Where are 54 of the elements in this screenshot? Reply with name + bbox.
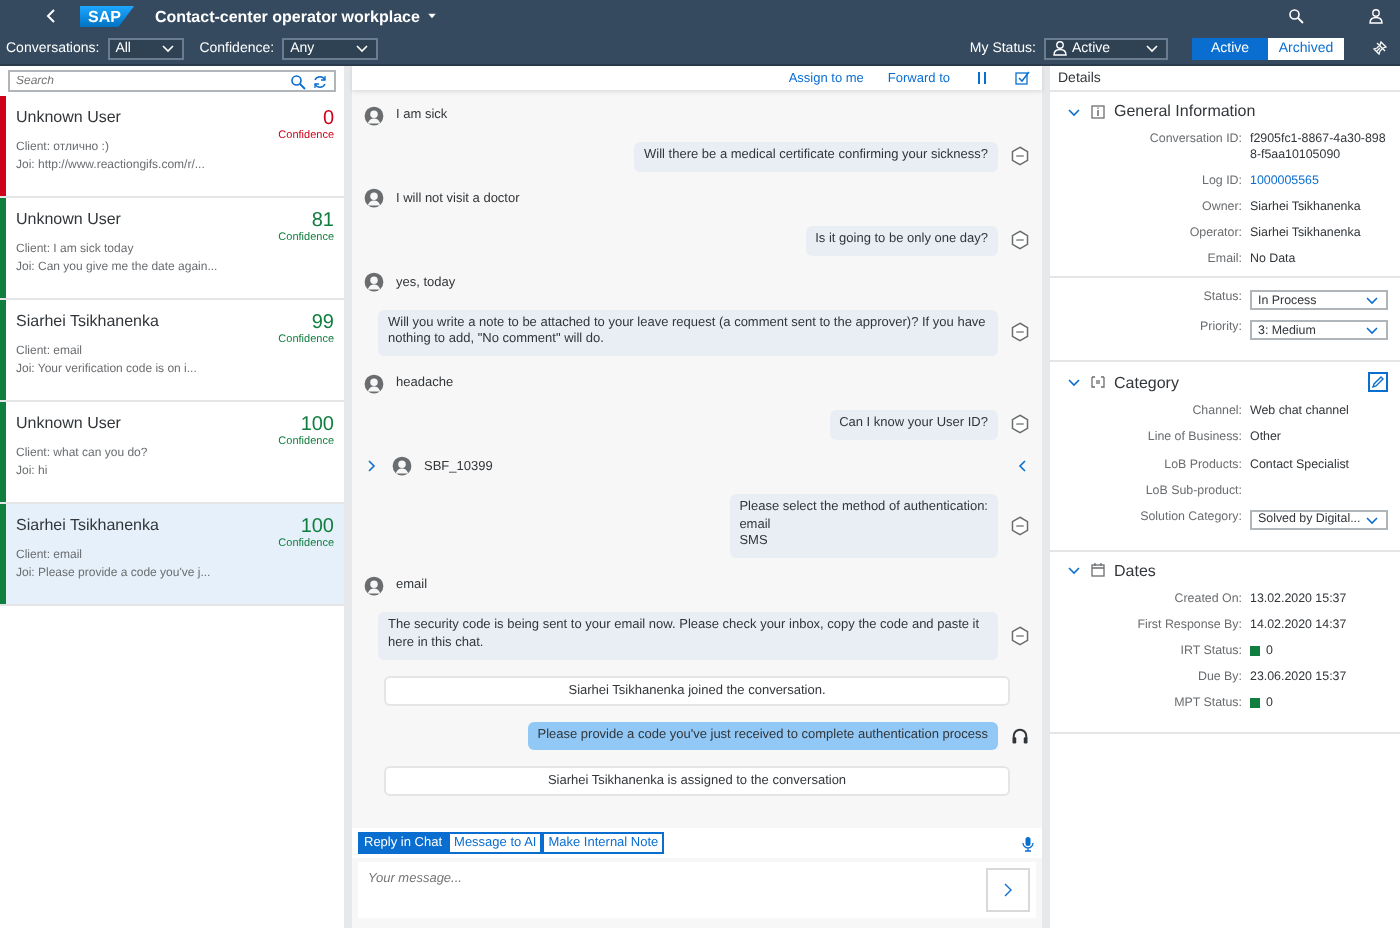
hexagon-bot-icon: [1010, 515, 1030, 536]
user-avatar-icon: [364, 105, 384, 125]
chevron-down-icon: [159, 40, 176, 56]
hexagon-bot-icon: [1010, 414, 1030, 435]
search-icon[interactable]: [1288, 8, 1304, 24]
pause-icon[interactable]: [974, 70, 990, 86]
contact-name: Siarhei Tsikhanenka: [16, 312, 159, 334]
info-icon: [1090, 103, 1106, 119]
contact-name: Unknown User: [16, 210, 121, 232]
chevron-down-icon[interactable]: [1066, 374, 1082, 391]
section-title[interactable]: General Information: [1114, 102, 1392, 120]
hexagon-bot-icon: [1010, 230, 1030, 251]
confidence-score: 99: [311, 312, 334, 334]
user-avatar-icon: [364, 575, 384, 596]
caret-icon: [425, 10, 438, 22]
contact-name: Siarhei Tsikhanenka: [16, 516, 159, 538]
contact-name: Unknown User: [16, 414, 121, 436]
pencil-icon: [1370, 374, 1386, 391]
pin-icon[interactable]: [1372, 40, 1388, 56]
app-title-menu[interactable]: Contact-center operator workplace: [154, 7, 438, 25]
chevron-down-icon[interactable]: [1066, 562, 1082, 579]
hexagon-bot-icon: [1010, 146, 1030, 167]
user-avatar-icon: [364, 373, 384, 394]
chevron-down-icon: [1364, 511, 1380, 528]
logo: SAP: [80, 5, 135, 27]
confidence-score: 100: [300, 414, 334, 436]
back-icon[interactable]: [44, 8, 60, 24]
confidence-score: 100: [300, 516, 334, 538]
search-icon[interactable]: [290, 73, 306, 89]
chevron-right-icon: [1000, 882, 1016, 898]
hexagon-bot-icon: [1010, 625, 1030, 646]
section-title[interactable]: Dates: [1114, 561, 1392, 580]
refresh-icon[interactable]: [312, 73, 328, 89]
calendar-icon: [1090, 562, 1106, 579]
chevron-down-icon: [354, 40, 371, 56]
headset-icon: [1010, 726, 1030, 747]
user-avatar-icon: [392, 456, 412, 477]
brackets-icon: [1090, 374, 1106, 391]
user-avatar-icon: [364, 188, 384, 209]
section-title[interactable]: Category: [1114, 373, 1360, 392]
contact-name: Unknown User: [16, 108, 121, 130]
confidence-score: 0: [322, 108, 334, 130]
confidence-score: 81: [311, 210, 334, 232]
chevron-down-icon[interactable]: [1066, 103, 1082, 119]
user-avatar-icon: [364, 272, 384, 293]
microphone-icon[interactable]: [1020, 835, 1036, 851]
chevron-down-icon: [1144, 40, 1160, 56]
person-icon[interactable]: [1368, 8, 1384, 24]
checkbox-tick-icon[interactable]: [1014, 70, 1030, 86]
person-icon: [1052, 40, 1068, 56]
expand-right-icon[interactable]: [364, 458, 380, 475]
edit-button[interactable]: [1368, 372, 1388, 393]
expand-left-icon[interactable]: [1014, 458, 1030, 475]
hexagon-bot-icon: [1010, 322, 1030, 343]
